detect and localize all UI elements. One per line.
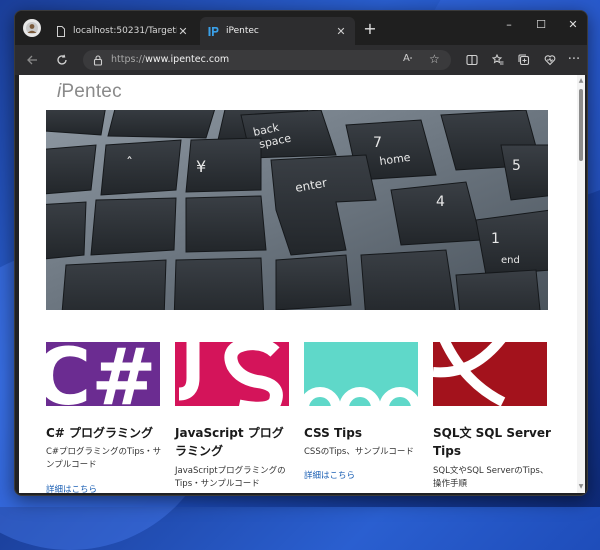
back-arrow-icon[interactable] <box>23 51 41 69</box>
navigation-toolbar: https://www.ipentec.com Aᵃ ☆ ··· <box>15 45 587 75</box>
more-menu-icon[interactable]: ··· <box>565 51 583 69</box>
logo-text: Pentec <box>61 81 122 102</box>
url-host: www.ipentec.com <box>145 54 230 65</box>
favorite-star-icon[interactable]: ☆ <box>429 52 440 66</box>
tab-ipentec[interactable]: iPentec ✕ <box>200 17 355 45</box>
card-desc-javascript: JavaScriptプログラミングのTips・サンプルコード <box>175 466 286 489</box>
card-title-javascript[interactable]: JavaScript プログラミング <box>175 424 293 460</box>
split-screen-icon[interactable] <box>463 51 481 69</box>
tab-bar: localhost:50231/TargetBlankLink. ✕ iPent… <box>15 11 587 45</box>
card-link-csharp[interactable]: 詳細はこちら <box>46 483 97 493</box>
lock-icon <box>93 55 103 66</box>
tab-title: localhost:50231/TargetBlankLink. <box>73 26 177 36</box>
site-logo[interactable]: iPentec <box>57 81 122 103</box>
javascript-card-image[interactable] <box>175 342 289 406</box>
card-desc-css: CSSのTips、サンプルコード <box>304 447 414 457</box>
ipentec-favicon-icon <box>208 26 219 37</box>
url-scheme: https:// <box>111 54 146 65</box>
tab-localhost[interactable]: localhost:50231/TargetBlankLink. ✕ <box>47 17 197 45</box>
card-title-csharp[interactable]: C# プログラミング <box>46 424 164 442</box>
page-scrollbar[interactable]: ▲ ▼ <box>577 75 585 493</box>
tab-title: iPentec <box>226 26 259 36</box>
svg-text:C#: C# <box>46 342 157 406</box>
svg-text:5: 5 <box>512 158 521 174</box>
card-title-sql[interactable]: SQL文 SQL Server Tips <box>433 424 551 460</box>
scrollbar-thumb[interactable] <box>579 89 583 161</box>
sql-card-image[interactable] <box>433 342 547 406</box>
card-desc-csharp: C#プログラミングのTips・サンプルコード <box>46 447 162 470</box>
csharp-card-image[interactable]: C# <box>46 342 160 406</box>
browser-window: localhost:50231/TargetBlankLink. ✕ iPent… <box>14 10 588 496</box>
profile-avatar[interactable] <box>23 19 41 37</box>
collections-icon[interactable] <box>515 51 533 69</box>
css-card-image[interactable] <box>304 342 418 406</box>
address-bar[interactable]: https://www.ipentec.com Aᵃ ☆ <box>83 50 451 70</box>
tab-close-icon[interactable]: ✕ <box>177 25 189 38</box>
profile-icon <box>26 22 38 34</box>
svg-text:ˆ: ˆ <box>126 156 133 172</box>
css-logo-image <box>304 387 418 406</box>
hero-keyboard-image: back space enter 7 home 4 5 1 end ¥ ˆ <box>46 110 548 310</box>
new-tab-button[interactable]: + <box>361 20 379 38</box>
csharp-logo-image: C# <box>46 342 157 406</box>
svg-text:4: 4 <box>436 194 445 210</box>
card-title-css[interactable]: CSS Tips <box>304 424 422 442</box>
svg-text:7: 7 <box>373 135 382 151</box>
url-text: https://www.ipentec.com <box>111 54 229 65</box>
favorites-icon[interactable] <box>489 51 507 69</box>
sql-logo-image <box>433 342 506 406</box>
keyboard-photo: back space enter 7 home 4 5 1 end ¥ ˆ <box>46 110 548 310</box>
refresh-icon[interactable] <box>53 51 71 69</box>
tab-close-icon[interactable]: ✕ <box>335 25 347 38</box>
minimize-button[interactable]: – <box>495 17 523 33</box>
card-desc-sql: SQL文やSQL ServerのTips、操作手順 <box>433 466 549 489</box>
browser-essentials-icon[interactable] <box>541 51 559 69</box>
scroll-up-arrow-icon[interactable]: ▲ <box>577 77 585 85</box>
document-icon <box>55 25 66 37</box>
read-aloud-icon[interactable]: Aᵃ <box>403 53 412 64</box>
svg-text:end: end <box>501 255 520 266</box>
svg-text:¥: ¥ <box>196 157 206 176</box>
javascript-logo-image <box>178 342 283 406</box>
close-window-button[interactable]: ✕ <box>559 17 587 33</box>
maximize-button[interactable]: ☐ <box>527 17 555 33</box>
scroll-down-arrow-icon[interactable]: ▼ <box>577 483 585 491</box>
svg-text:1: 1 <box>491 231 500 247</box>
page-viewport: iPentec back space enter 7 home 4 5 1 en… <box>19 75 577 493</box>
card-link-css[interactable]: 詳細はこちら <box>304 469 355 481</box>
